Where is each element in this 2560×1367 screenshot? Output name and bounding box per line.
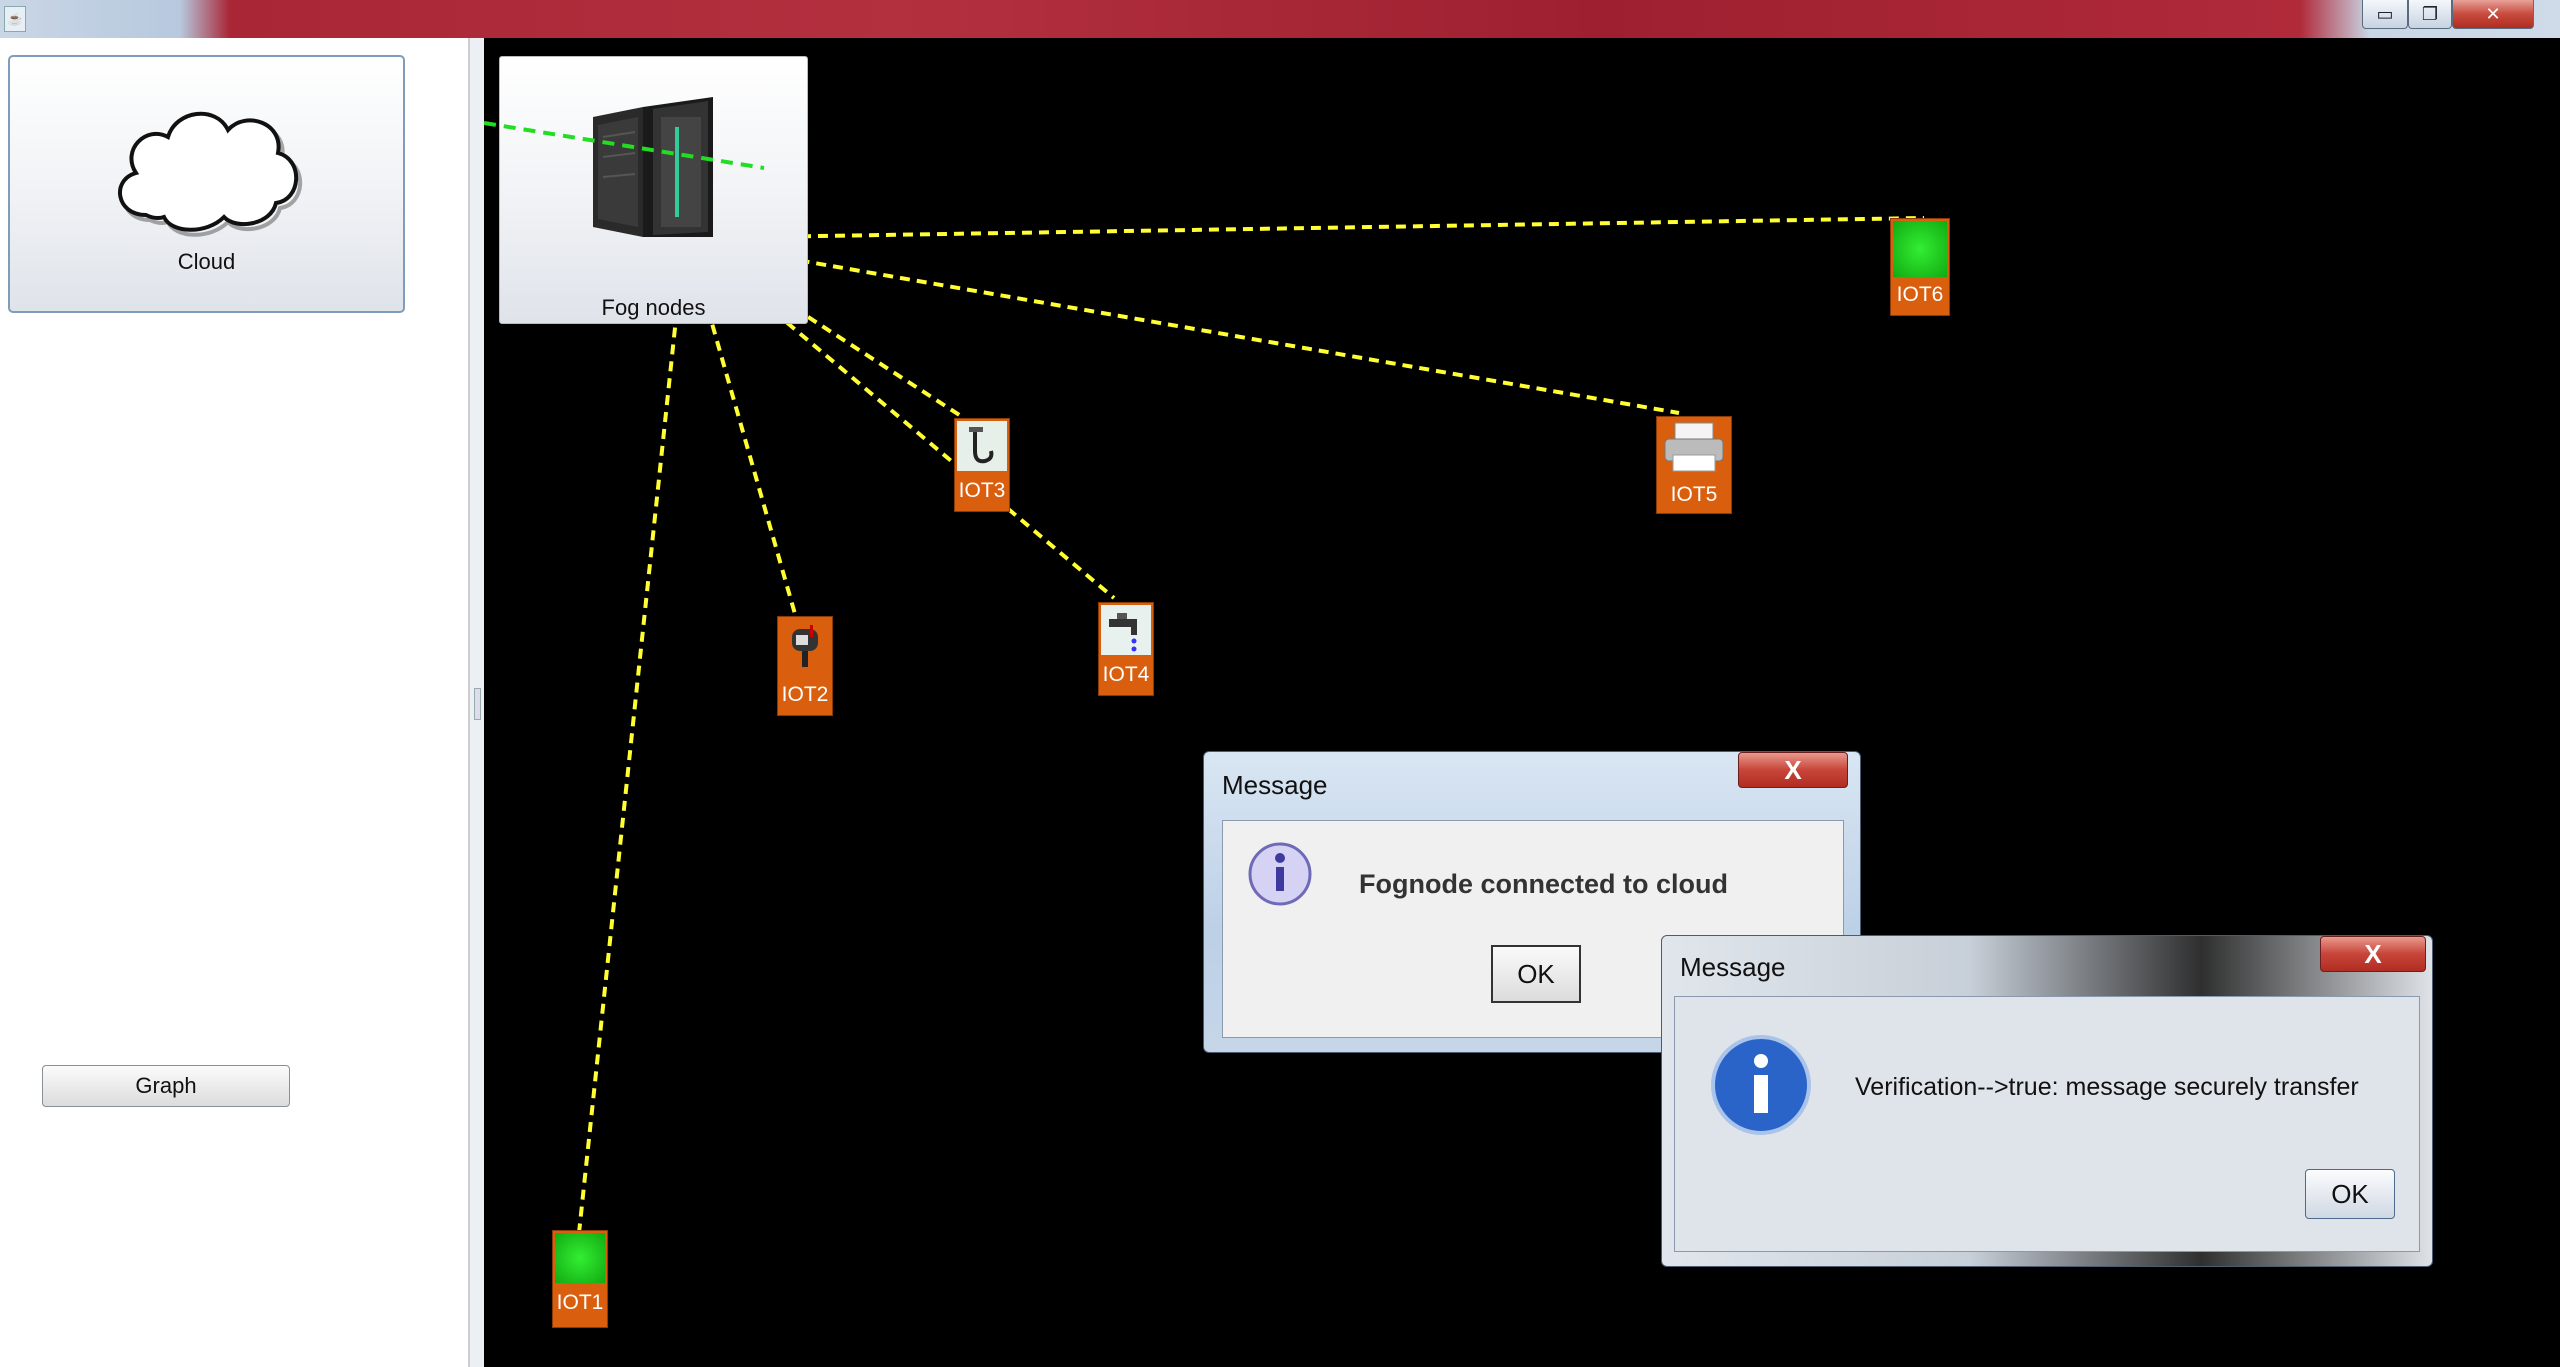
- iot-device-4[interactable]: IOT4: [1098, 602, 1154, 696]
- green-square-icon: [1893, 221, 1947, 277]
- water-tap-icon: [1101, 605, 1151, 655]
- iot-device-2[interactable]: IOT2: [777, 616, 833, 716]
- dialog-title: Message: [1222, 770, 1328, 800]
- info-icon: [1711, 1035, 1811, 1135]
- iot-label: IOT5: [1670, 483, 1718, 506]
- minimize-icon: ▭: [2376, 3, 2394, 24]
- java-app-icon[interactable]: ☕: [4, 6, 26, 32]
- info-icon: [1248, 842, 1312, 906]
- ok-button[interactable]: OK: [2305, 1169, 2395, 1219]
- split-pane-divider[interactable]: [469, 38, 485, 1367]
- fog-node-button[interactable]: Fog nodes: [499, 56, 808, 324]
- dialog-message: Fognode connected to cloud: [1359, 869, 1728, 899]
- mailbox-icon: [792, 625, 818, 667]
- restore-icon: ❐: [2421, 3, 2439, 24]
- close-window-button[interactable]: ✕: [2452, 0, 2534, 29]
- dialog-body: Verification-->true: message securely tr…: [1674, 996, 2420, 1252]
- ok-button[interactable]: OK: [1491, 945, 1581, 1003]
- iot-device-1[interactable]: IOT1: [552, 1230, 608, 1328]
- cloud-label: Cloud: [177, 249, 236, 274]
- fog-node-label: Fog nodes: [601, 295, 706, 320]
- cloud-icon: [118, 111, 303, 237]
- server-rack-icon: [593, 97, 713, 237]
- dialog-title: Message: [1680, 952, 1786, 982]
- close-icon: ✕: [2485, 3, 2501, 24]
- restore-button[interactable]: ❐: [2408, 0, 2452, 29]
- link-fog-iot1: [577, 242, 686, 1234]
- close-icon: X: [2364, 939, 2382, 969]
- iot-label: IOT2: [781, 683, 829, 706]
- dialog-close-button[interactable]: X: [2320, 936, 2426, 972]
- green-square-icon: [555, 1233, 605, 1283]
- close-icon: X: [1784, 755, 1802, 785]
- minimize-button[interactable]: ▭: [2362, 0, 2408, 29]
- iot-device-5[interactable]: IOT5: [1656, 416, 1732, 514]
- iot-device-3[interactable]: IOT3: [954, 418, 1010, 512]
- cloud-button[interactable]: Cloud: [8, 55, 405, 313]
- dialog-close-button[interactable]: X: [1738, 752, 1848, 788]
- faucet-hook-icon: [957, 421, 1007, 471]
- left-panel: Cloud Graph: [0, 38, 469, 1367]
- message-dialog-2: Message X Verification-->true: message s…: [1661, 935, 2433, 1267]
- iot-label: IOT3: [958, 479, 1006, 502]
- splitter-grip[interactable]: [474, 688, 481, 720]
- iot-label: IOT1: [556, 1291, 604, 1314]
- graph-button[interactable]: Graph: [42, 1065, 290, 1107]
- printer-icon: [1664, 422, 1724, 472]
- window-title-bar: ☕ ▭ ❐ ✕: [0, 0, 2560, 38]
- iot-label: IOT4: [1102, 663, 1150, 686]
- link-fog-iot6: [698, 216, 1925, 240]
- iot-device-6[interactable]: IOT6: [1890, 218, 1950, 316]
- link-fog-iot5: [698, 241, 1680, 415]
- dialog-message: Verification-->true: message securely tr…: [1855, 1073, 2359, 1101]
- iot-label: IOT6: [1896, 283, 1944, 306]
